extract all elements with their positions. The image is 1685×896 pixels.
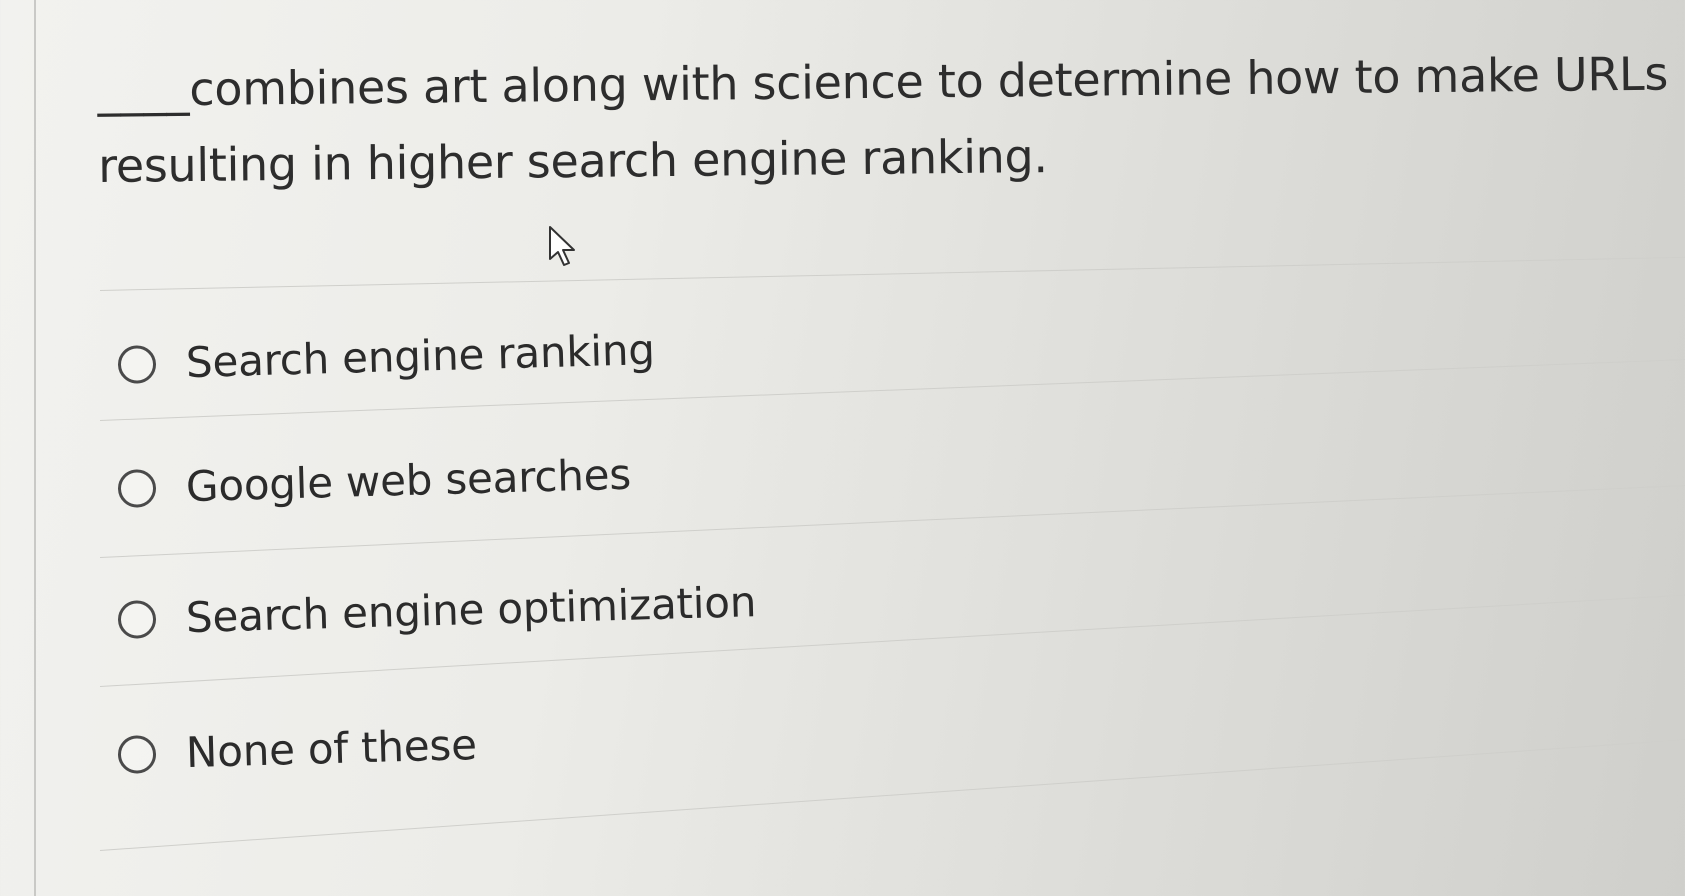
question-text: ____combines art along with science to d… — [97, 35, 1685, 204]
option-label: Search engine ranking — [185, 325, 656, 388]
option-search-engine-ranking[interactable]: Search engine ranking — [117, 325, 655, 389]
radio-button-icon[interactable] — [117, 734, 157, 774]
option-label: Search engine optimization — [185, 577, 757, 643]
question-line-1-text: combines art along with science to deter… — [189, 43, 1685, 117]
option-search-engine-optimization[interactable]: Search engine optimization — [117, 577, 757, 644]
option-label: None of these — [185, 719, 478, 778]
option-google-web-searches[interactable]: Google web searches — [117, 449, 632, 513]
left-border — [34, 0, 36, 896]
question-blank: ____ — [97, 62, 190, 117]
radio-button-icon[interactable] — [117, 344, 157, 384]
radio-button-icon[interactable] — [117, 468, 157, 508]
quiz-screen: ____combines art along with science to d… — [0, 0, 1685, 896]
option-label: Google web searches — [185, 449, 632, 512]
arrow-cursor-icon — [549, 226, 575, 266]
option-none-of-these[interactable]: None of these — [117, 720, 477, 779]
divider — [99, 256, 1685, 291]
radio-button-icon[interactable] — [117, 599, 157, 639]
question-line-2: resulting in higher search engine rankin… — [97, 129, 1048, 193]
